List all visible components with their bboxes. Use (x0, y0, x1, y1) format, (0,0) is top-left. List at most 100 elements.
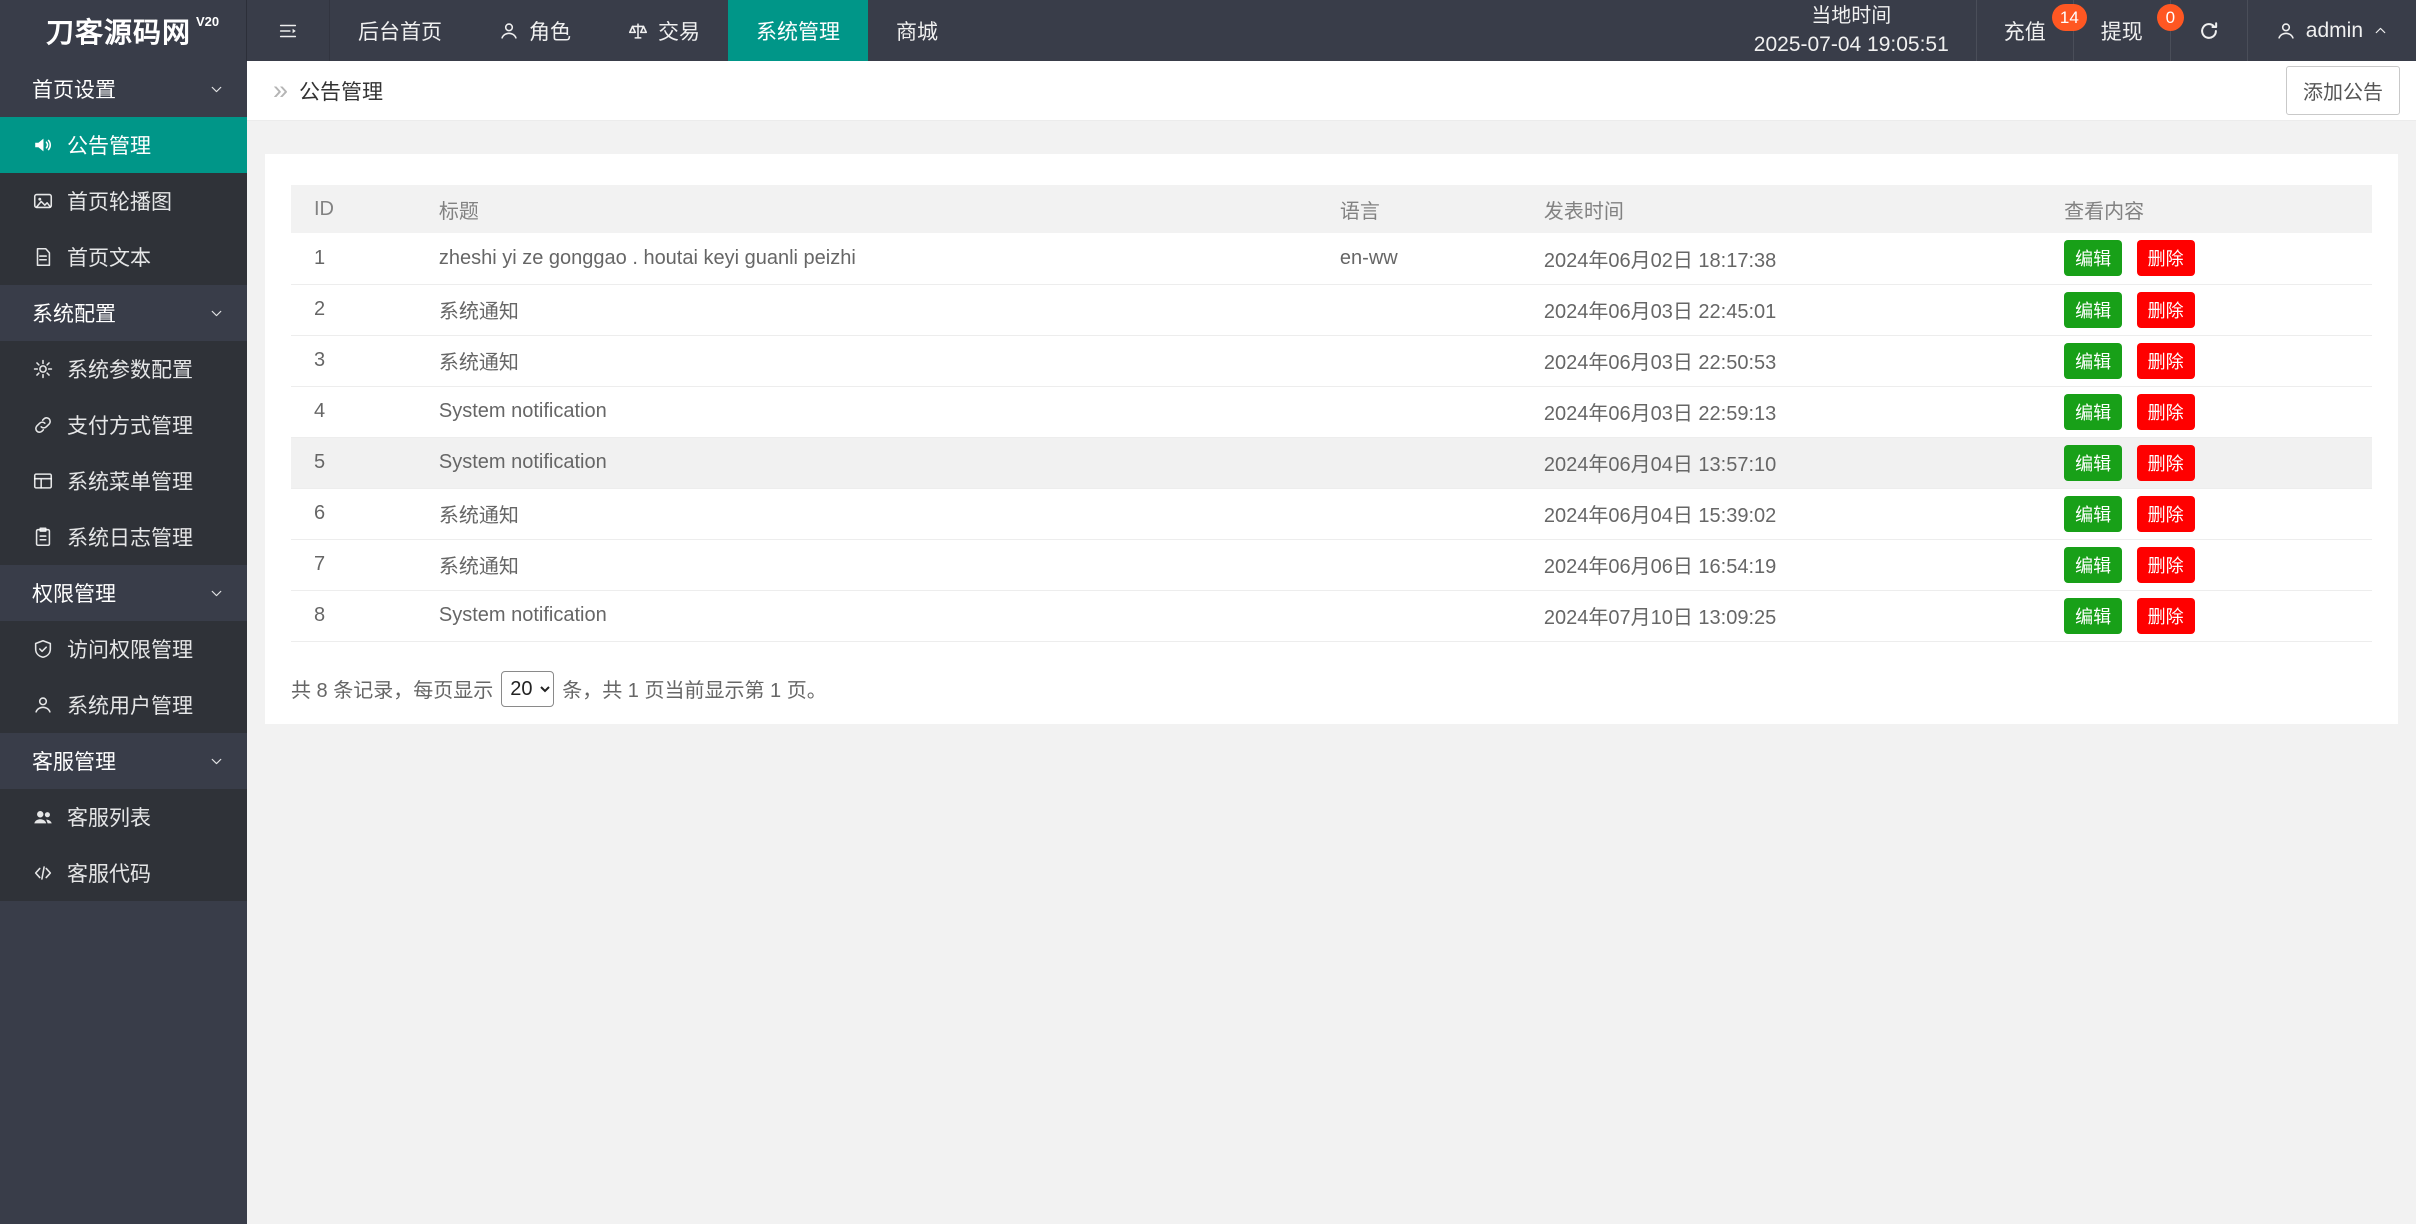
sidebar-item-service-code[interactable]: 客服代码 (0, 845, 247, 901)
table-body: 1 zheshi yi ze gonggao . houtai keyi gua… (291, 233, 2372, 642)
delete-button[interactable]: 删除 (2136, 597, 2195, 634)
table-row: 7 系统通知 2024年06月06日 16:54:19 编辑 删除 (291, 539, 2372, 591)
cell-publish-time: 2024年06月03日 22:45:01 (1520, 284, 2042, 336)
edit-button[interactable]: 编辑 (2064, 393, 2123, 430)
cell-actions: 编辑 删除 (2041, 437, 2372, 489)
link-icon (35, 417, 51, 433)
sidebar-item-system-menus[interactable]: 系统菜单管理 (0, 453, 247, 509)
delete-button[interactable]: 删除 (2136, 393, 2195, 430)
cell-title: 系统通知 (415, 488, 1317, 540)
table-row: 2 系统通知 2024年06月03日 22:45:01 编辑 删除 (291, 284, 2372, 336)
clipboard-icon (35, 527, 51, 547)
local-time-label: 当地时间 (1811, 4, 1892, 27)
breadcrumb-chevrons-icon: » (273, 75, 289, 105)
document-icon (36, 247, 51, 267)
column-header-language: 语言 (1316, 185, 1521, 233)
cell-language (1316, 284, 1521, 336)
person-icon (501, 22, 517, 39)
delete-button[interactable]: 删除 (2136, 240, 2195, 277)
local-time: 当地时间 2025-07-04 19:05:51 (1727, 0, 1976, 61)
recharge-badge: 14 (2051, 4, 2087, 31)
cell-actions: 编辑 删除 (2041, 284, 2372, 336)
nav-item-trade[interactable]: 交易 (599, 0, 728, 61)
chevron-down-icon (211, 310, 222, 316)
cell-id: 5 (291, 437, 416, 489)
nav-item-home[interactable]: 后台首页 (330, 0, 470, 61)
recharge-menu[interactable]: 充值 14 (1975, 0, 2087, 61)
app-logo: 刀客源码网 V20 (0, 0, 247, 61)
speaker-icon (35, 138, 51, 152)
cell-title: zheshi yi ze gonggao . houtai keyi guanl… (415, 233, 1317, 285)
edit-button[interactable]: 编辑 (2064, 495, 2123, 532)
edit-button[interactable]: 编辑 (2064, 546, 2123, 583)
app-title: 刀客源码网 (46, 16, 192, 48)
cell-title: System notification (415, 437, 1317, 489)
cell-id: 7 (291, 539, 416, 591)
delete-button[interactable]: 删除 (2136, 546, 2195, 583)
breadcrumb-bar: » 公告管理 添加公告 (247, 61, 2416, 121)
pagination-suffix: 条，共 1 页当前显示第 1 页。 (562, 680, 827, 702)
cell-actions: 编辑 删除 (2041, 590, 2372, 642)
chevron-down-icon (211, 758, 222, 764)
image-icon (33, 193, 53, 209)
sidebar-group-customer-service: 客服列表 客服代码 (0, 789, 247, 901)
page-size-select[interactable]: 20 (501, 670, 555, 707)
cell-language (1316, 437, 1521, 489)
chevron-down-icon (211, 590, 222, 596)
cell-id: 8 (291, 590, 416, 642)
table-row: 5 System notification 2024年06月04日 13:57:… (291, 437, 2372, 489)
sidebar-item-home-text[interactable]: 首页文本 (0, 229, 247, 285)
collapse-menu-button[interactable] (247, 0, 330, 61)
edit-button[interactable]: 编辑 (2064, 291, 2123, 328)
code-icon (34, 866, 52, 880)
sidebar-section-system-config[interactable]: 系统配置 (0, 285, 247, 341)
edit-button[interactable]: 编辑 (2064, 240, 2123, 277)
edit-button[interactable]: 编辑 (2064, 444, 2123, 481)
delete-button[interactable]: 删除 (2136, 444, 2195, 481)
sidebar-section-home-settings[interactable]: 首页设置 (0, 61, 247, 117)
delete-button[interactable]: 删除 (2136, 495, 2195, 532)
main-content: » 公告管理 添加公告 ID 标题 语言 发表时间 查看内容 1 zheshi … (247, 61, 2416, 1224)
cell-title: 系统通知 (415, 284, 1317, 336)
table-row: 4 System notification 2024年06月03日 22:59:… (291, 386, 2372, 438)
cell-language (1316, 335, 1521, 387)
sidebar-item-home-carousel[interactable]: 首页轮播图 (0, 173, 247, 229)
shield-check-icon (34, 639, 52, 659)
cell-id: 3 (291, 335, 416, 387)
cell-title: System notification (415, 590, 1317, 642)
cell-publish-time: 2024年07月10日 13:09:25 (1520, 590, 2042, 642)
pagination-prefix: 共 8 条记录，每页显示 (291, 680, 494, 702)
cell-publish-time: 2024年06月04日 13:57:10 (1520, 437, 2042, 489)
person-icon (35, 697, 51, 713)
sidebar-item-service-list[interactable]: 客服列表 (0, 789, 247, 845)
table-row: 8 System notification 2024年07月10日 13:09:… (291, 590, 2372, 642)
sidebar: 首页设置 公告管理 首页轮播图 首页文本 系统配置 系统参数配置 支付方式管理 … (0, 61, 247, 1224)
edit-button[interactable]: 编辑 (2064, 342, 2123, 379)
sidebar-item-system-params[interactable]: 系统参数配置 (0, 341, 247, 397)
sidebar-section-permissions[interactable]: 权限管理 (0, 565, 247, 621)
admin-menu[interactable]: admin (2246, 0, 2416, 61)
sidebar-section-customer-service[interactable]: 客服管理 (0, 733, 247, 789)
column-header-id: ID (291, 185, 416, 233)
sidebar-item-payment-methods[interactable]: 支付方式管理 (0, 397, 247, 453)
column-header-title: 标题 (415, 185, 1317, 233)
nav-item-system[interactable]: 系统管理 (728, 0, 868, 61)
cell-id: 2 (291, 284, 416, 336)
edit-button[interactable]: 编辑 (2064, 597, 2123, 634)
add-announcement-button[interactable]: 添加公告 (2286, 66, 2400, 115)
nav-item-roles[interactable]: 角色 (470, 0, 599, 61)
cell-actions: 编辑 删除 (2041, 233, 2372, 285)
delete-button[interactable]: 删除 (2136, 291, 2195, 328)
delete-button[interactable]: 删除 (2136, 342, 2195, 379)
cell-language (1316, 386, 1521, 438)
sidebar-item-system-users[interactable]: 系统用户管理 (0, 677, 247, 733)
nav-item-mall[interactable]: 商城 (868, 0, 966, 61)
withdraw-menu[interactable]: 提现 0 (2072, 0, 2184, 61)
top-header: 刀客源码网 V20 后台首页 角色 交易 系统管理 商城 当地时间 2025-0… (0, 0, 2416, 61)
announcements-panel: ID 标题 语言 发表时间 查看内容 1 zheshi yi ze gongga… (265, 154, 2398, 724)
sidebar-item-system-logs[interactable]: 系统日志管理 (0, 509, 247, 565)
sidebar-item-access-permissions[interactable]: 访问权限管理 (0, 621, 247, 677)
withdraw-badge: 0 (2156, 4, 2184, 31)
sidebar-item-announcements[interactable]: 公告管理 (0, 117, 247, 173)
users-icon (34, 811, 52, 824)
